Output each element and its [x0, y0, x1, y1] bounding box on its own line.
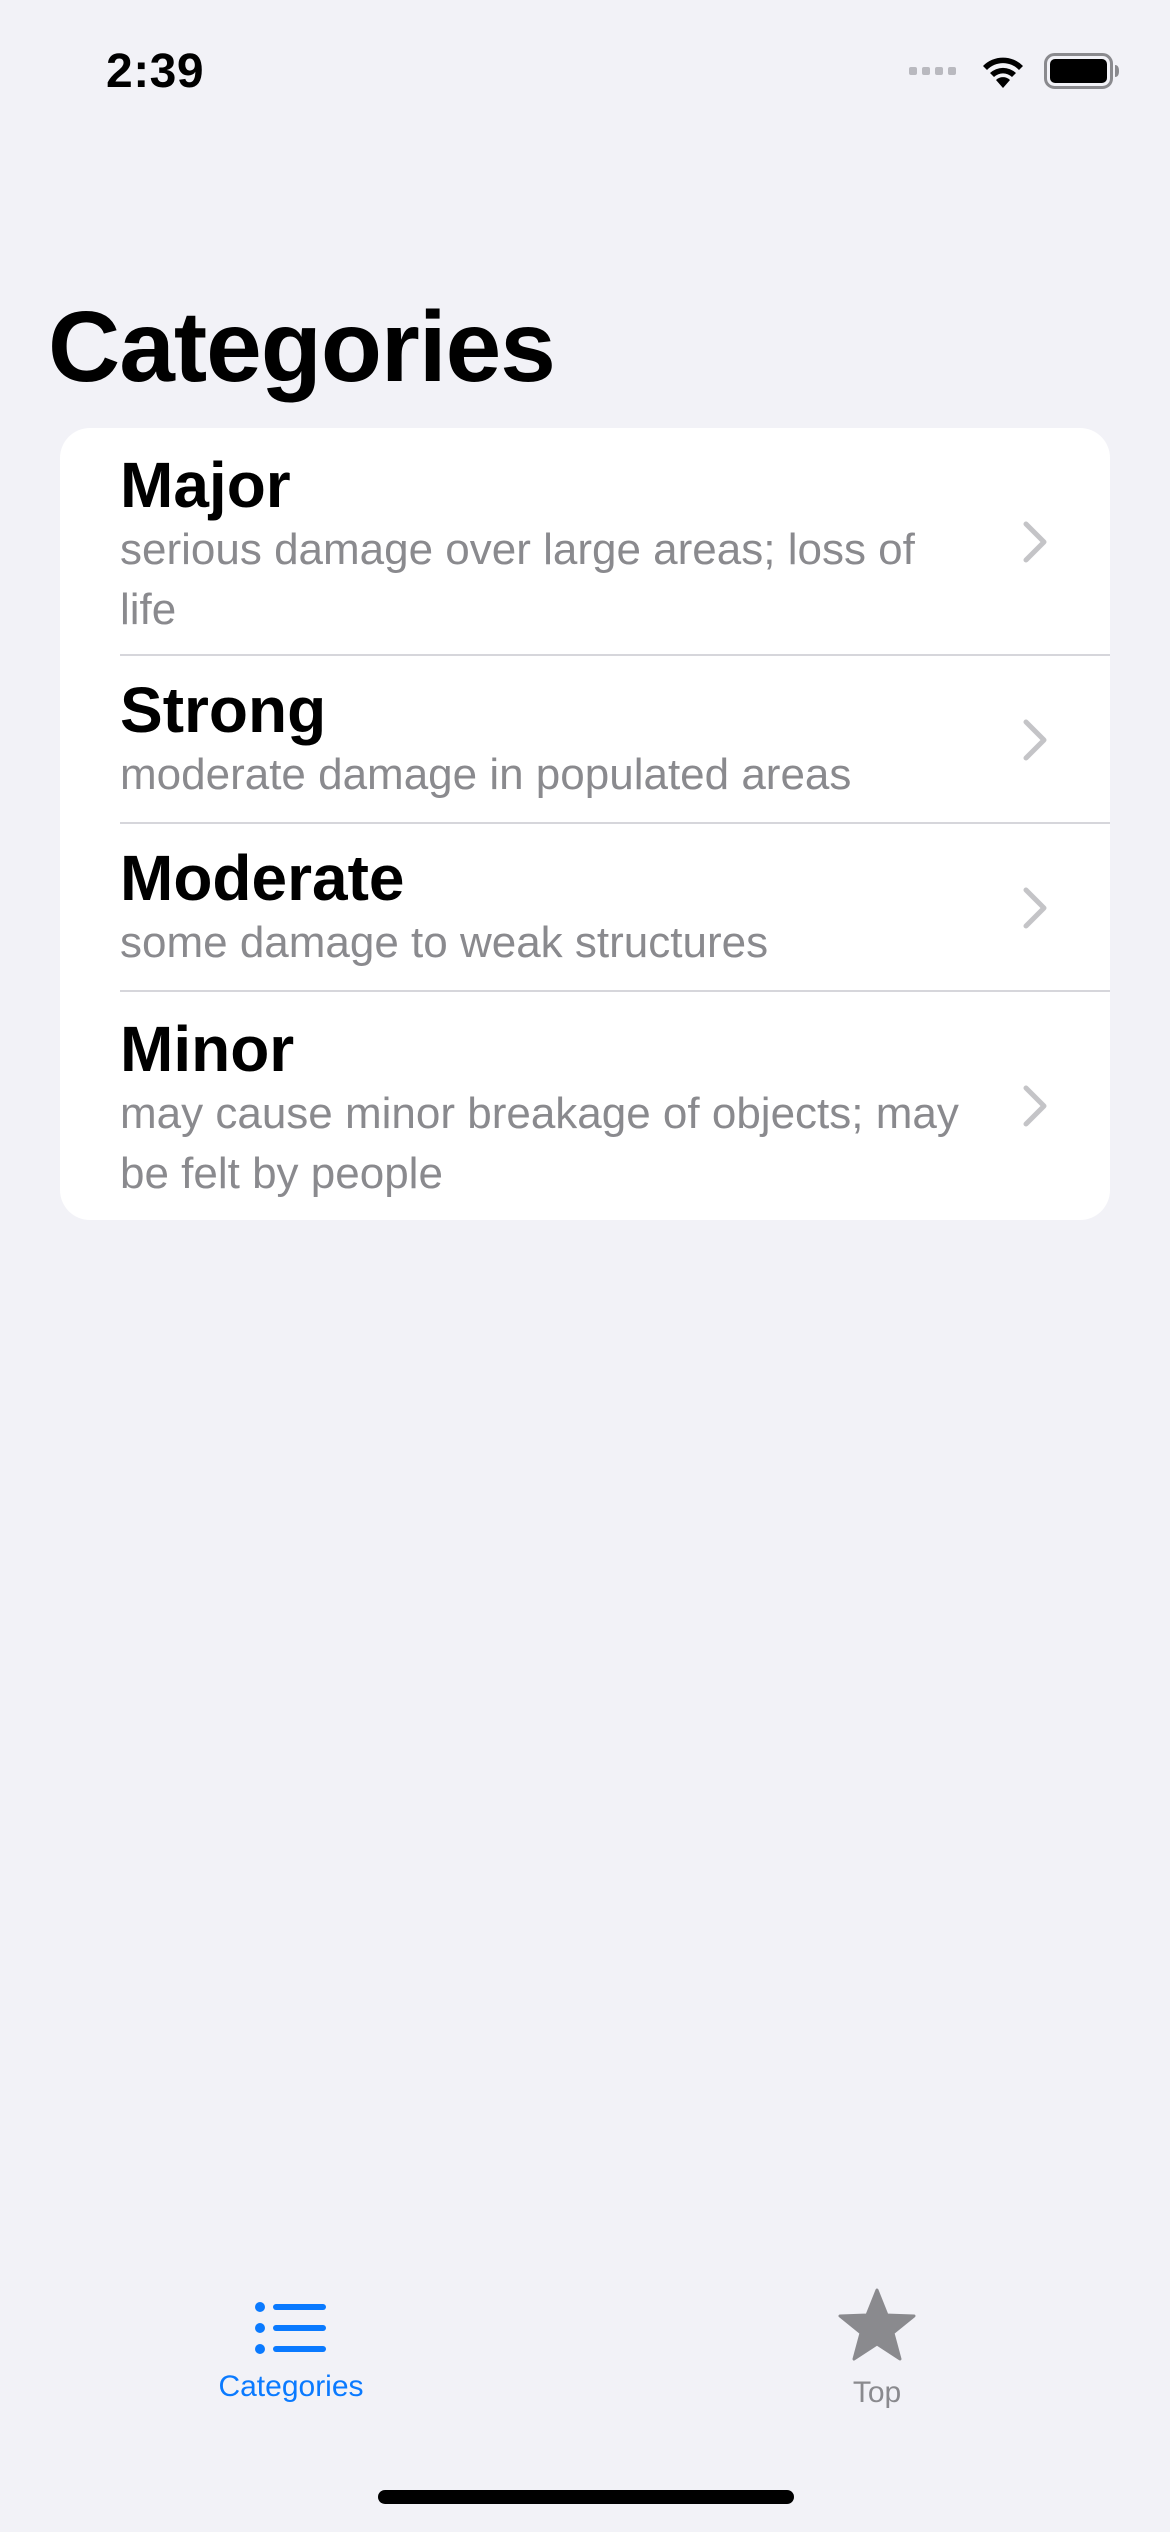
list-item-title: Strong	[120, 674, 327, 746]
status-icons	[909, 52, 1120, 90]
list-item-moderate[interactable]: Moderate some damage to weak structures	[60, 824, 1110, 992]
page-title: Categories	[48, 291, 556, 403]
list-item-text: Moderate some damage to weak structures	[120, 843, 960, 973]
list-item-text: Minor may cause minor breakage of object…	[120, 1014, 960, 1204]
list-item-subtitle: may cause minor breakage of objects; may…	[120, 1089, 959, 1198]
chevron-right-icon	[1023, 719, 1047, 761]
list-item-text: Strong moderate damage in populated area…	[120, 675, 960, 805]
chevron-right-icon	[1023, 521, 1047, 563]
home-indicator	[378, 2490, 794, 2504]
battery-icon	[1044, 52, 1120, 90]
list-item-major[interactable]: Major serious damage over large areas; l…	[60, 428, 1110, 656]
list-item-subtitle: moderate damage in populated areas	[120, 750, 852, 799]
list-item-title: Major	[120, 449, 291, 521]
list-item-strong[interactable]: Strong moderate damage in populated area…	[60, 656, 1110, 824]
cellular-signal-icon	[909, 67, 956, 75]
list-item-title: Moderate	[120, 842, 405, 914]
wifi-icon	[978, 52, 1028, 90]
list-item-minor[interactable]: Minor may cause minor breakage of object…	[60, 992, 1110, 1220]
tab-categories[interactable]: Categories	[141, 2300, 441, 2404]
list-bullet-icon	[255, 2302, 326, 2354]
tab-label: Categories	[218, 2370, 364, 2403]
list-item-text: Major serious damage over large areas; l…	[120, 450, 960, 640]
list-item-subtitle: some damage to weak structures	[120, 918, 769, 967]
chevron-right-icon	[1023, 887, 1047, 929]
list-item-title: Minor	[120, 1013, 295, 1085]
list-item-subtitle: serious damage over large areas; loss of…	[120, 525, 915, 634]
tab-top[interactable]: Top	[727, 2288, 1027, 2410]
categories-list: Major serious damage over large areas; l…	[60, 428, 1110, 1220]
screen: 2:39 Categories Major serious damage ove…	[0, 0, 1170, 2532]
star-icon	[838, 2288, 916, 2361]
chevron-right-icon	[1023, 1085, 1047, 1127]
status-bar: 2:39	[0, 0, 1170, 140]
tab-label: Top	[852, 2376, 902, 2409]
status-time: 2:39	[106, 45, 205, 98]
